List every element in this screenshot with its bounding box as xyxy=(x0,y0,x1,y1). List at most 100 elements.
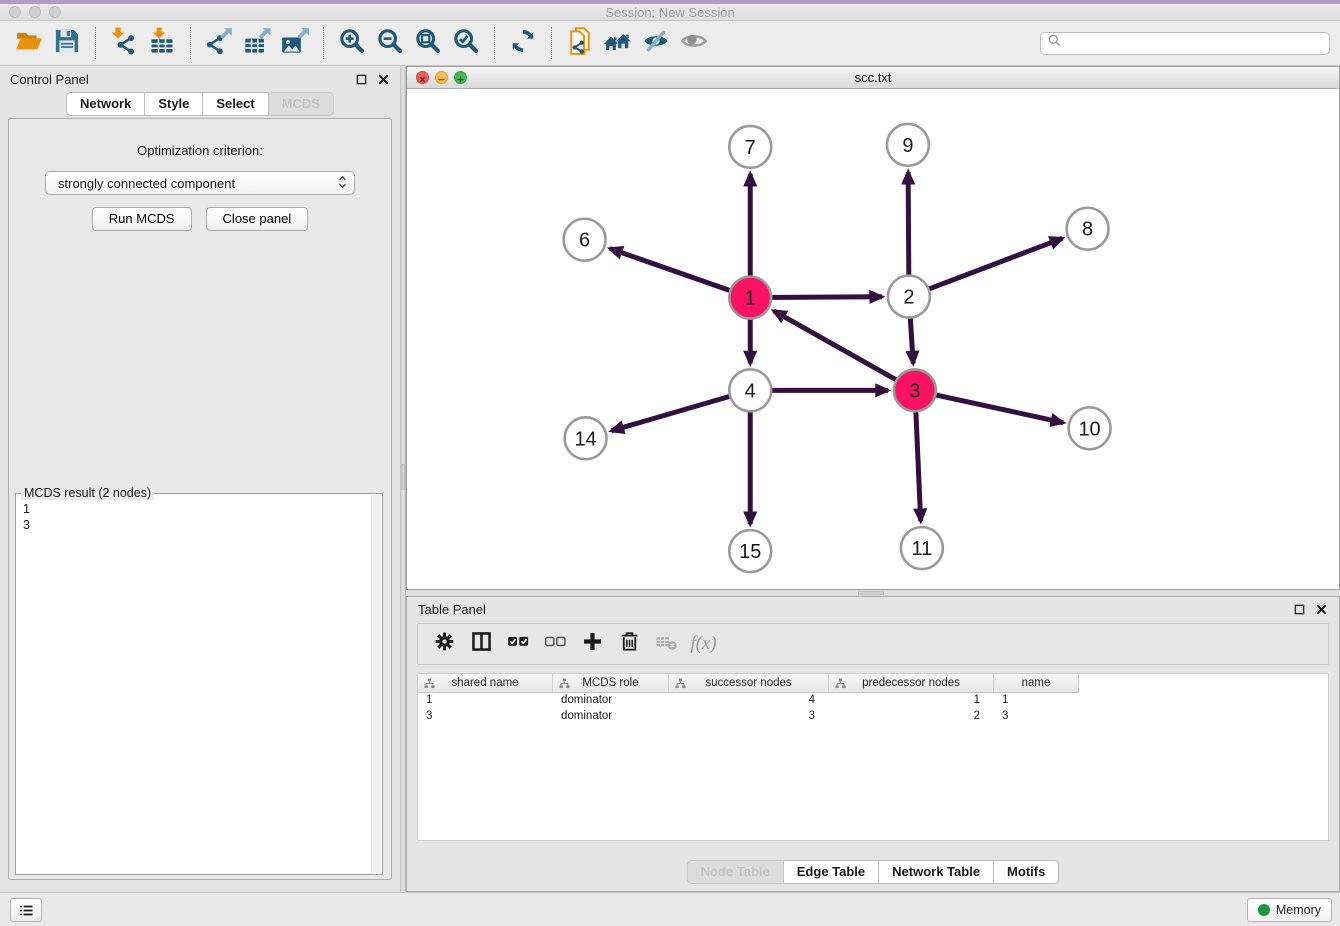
column-label: MCDS role xyxy=(582,677,638,689)
export-image-button[interactable] xyxy=(276,25,314,61)
tab-network-table[interactable]: Network Table xyxy=(879,860,994,884)
column-header-mcds-role[interactable]: MCDS role xyxy=(553,674,669,693)
memory-button[interactable]: Memory xyxy=(1247,898,1332,922)
gear-button[interactable] xyxy=(426,626,463,662)
export-table-button[interactable] xyxy=(238,25,276,61)
tab-edge-table[interactable]: Edge Table xyxy=(784,860,879,884)
cell-mcds-role[interactable]: dominator xyxy=(553,693,669,709)
close-panel-icon[interactable] xyxy=(1315,603,1328,616)
create-column-button[interactable] xyxy=(574,626,611,662)
graph-node-7[interactable]: 7 xyxy=(729,126,771,168)
zoom-selected-button[interactable] xyxy=(447,25,485,61)
open-session-button[interactable] xyxy=(10,25,48,61)
show-columns-icon xyxy=(470,630,493,658)
result-scrollbar[interactable] xyxy=(371,495,381,873)
select-all-columns-button[interactable] xyxy=(500,626,537,662)
graph-node-2[interactable]: 2 xyxy=(888,276,930,318)
svg-text:2: 2 xyxy=(903,287,914,309)
column-header-shared-name[interactable]: shared name xyxy=(418,674,553,693)
zoom-out-button[interactable] xyxy=(371,25,409,61)
graph-node-14[interactable]: 14 xyxy=(565,417,607,459)
graph-edge-3-1[interactable] xyxy=(774,311,915,391)
show-panels-button[interactable] xyxy=(10,898,42,922)
tab-mcds[interactable]: MCDS xyxy=(269,92,334,116)
search-input[interactable] xyxy=(1066,36,1323,50)
graph-node-3[interactable]: 3 xyxy=(894,369,936,411)
zoom-in-button[interactable] xyxy=(333,25,371,61)
column-header-name[interactable]: name xyxy=(994,674,1079,693)
table-body: 1dominator4113dominator323 xyxy=(418,693,1328,725)
control-panel-tabs: NetworkStyleSelectMCDS xyxy=(0,92,400,116)
graph-node-4[interactable]: 4 xyxy=(729,369,771,411)
tab-node-table[interactable]: Node Table xyxy=(687,860,784,884)
tab-select[interactable]: Select xyxy=(203,92,268,116)
tab-network[interactable]: Network xyxy=(66,92,145,116)
graph-node-15[interactable]: 15 xyxy=(729,530,771,572)
graph-node-1[interactable]: 1 xyxy=(729,277,771,319)
column-label: successor nodes xyxy=(705,677,791,689)
splitter-grip[interactable] xyxy=(401,464,405,490)
result-line: 1 xyxy=(23,501,380,517)
network-window-title: scc.txt xyxy=(407,70,1339,85)
refresh-view-button[interactable] xyxy=(504,25,542,61)
float-panel-icon[interactable] xyxy=(355,73,368,86)
window-titlebar: Session: New Session xyxy=(0,0,1340,21)
table-header-row: shared name MCDS role successor nodes prede… xyxy=(418,674,1328,693)
houses-button[interactable] xyxy=(599,25,637,61)
export-image-icon xyxy=(281,27,309,60)
import-network-button[interactable] xyxy=(105,25,143,61)
graph-node-6[interactable]: 6 xyxy=(564,219,606,261)
memory-label: Memory xyxy=(1276,903,1321,917)
save-session-button[interactable] xyxy=(48,25,86,61)
workspace-area: scc.txt 7968124314101511 Table Panel f(x… xyxy=(406,66,1340,892)
cell-shared-name[interactable]: 1 xyxy=(418,693,553,709)
delete-table-button xyxy=(648,626,685,662)
cell-predecessor-nodes[interactable]: 2 xyxy=(829,709,994,725)
criterion-select[interactable]: strongly connected component xyxy=(45,171,355,195)
svg-text:9: 9 xyxy=(902,135,913,157)
network-canvas[interactable]: 7 9 6 8 1 2 4 3 14 10 15 11 xyxy=(407,89,1339,589)
select-stepper-icon xyxy=(338,174,347,193)
cell-shared-name[interactable]: 3 xyxy=(418,709,553,725)
graph-node-9[interactable]: 9 xyxy=(887,124,929,166)
cell-successor-nodes[interactable]: 3 xyxy=(669,709,829,725)
column-header-successor-nodes[interactable]: successor nodes xyxy=(669,674,829,693)
search-box[interactable] xyxy=(1040,32,1330,55)
table-tabs: Node TableEdge TableNetwork TableMotifs xyxy=(407,860,1339,884)
node-table: shared name MCDS role successor nodes prede… xyxy=(417,673,1329,841)
graph-edge-1-6[interactable] xyxy=(610,249,750,298)
show-all-button[interactable] xyxy=(675,25,713,61)
graph-edge-2-8[interactable] xyxy=(909,238,1062,296)
select-all-columns-icon xyxy=(507,630,530,658)
svg-text:15: 15 xyxy=(739,541,761,563)
graph-node-8[interactable]: 8 xyxy=(1067,208,1109,250)
column-header-predecessor-nodes[interactable]: predecessor nodes xyxy=(829,674,994,693)
tab-motifs[interactable]: Motifs xyxy=(994,860,1059,884)
delete-column-button[interactable] xyxy=(611,626,648,662)
table-row[interactable]: 1dominator411 xyxy=(418,693,1328,709)
hide-selected-button[interactable] xyxy=(637,25,675,61)
main-toolbar xyxy=(0,21,1340,66)
zoom-fit-button[interactable] xyxy=(409,25,447,61)
close-panel-icon[interactable] xyxy=(377,73,390,86)
graph-node-10[interactable]: 10 xyxy=(1069,407,1111,449)
cell-name[interactable]: 1 xyxy=(994,693,1079,709)
unselect-all-columns-button[interactable] xyxy=(537,626,574,662)
export-network-button[interactable] xyxy=(200,25,238,61)
close-panel-button[interactable]: Close panel xyxy=(206,207,309,231)
table-row[interactable]: 3dominator323 xyxy=(418,709,1328,725)
run-mcds-button[interactable]: Run MCDS xyxy=(92,207,192,231)
mcds-result-title: MCDS result (2 nodes) xyxy=(21,486,154,500)
graph-edge-3-10[interactable] xyxy=(915,390,1063,422)
cell-predecessor-nodes[interactable]: 1 xyxy=(829,693,994,709)
cell-successor-nodes[interactable]: 4 xyxy=(669,693,829,709)
import-table-button[interactable] xyxy=(143,25,181,61)
cell-name[interactable]: 3 xyxy=(994,709,1079,725)
cell-mcds-role[interactable]: dominator xyxy=(553,709,669,725)
splitter-grip[interactable] xyxy=(858,591,884,595)
show-columns-button[interactable] xyxy=(463,626,500,662)
float-panel-icon[interactable] xyxy=(1293,603,1306,616)
graph-node-11[interactable]: 11 xyxy=(901,527,943,569)
tab-style[interactable]: Style xyxy=(145,92,203,116)
network-file-button[interactable] xyxy=(561,25,599,61)
